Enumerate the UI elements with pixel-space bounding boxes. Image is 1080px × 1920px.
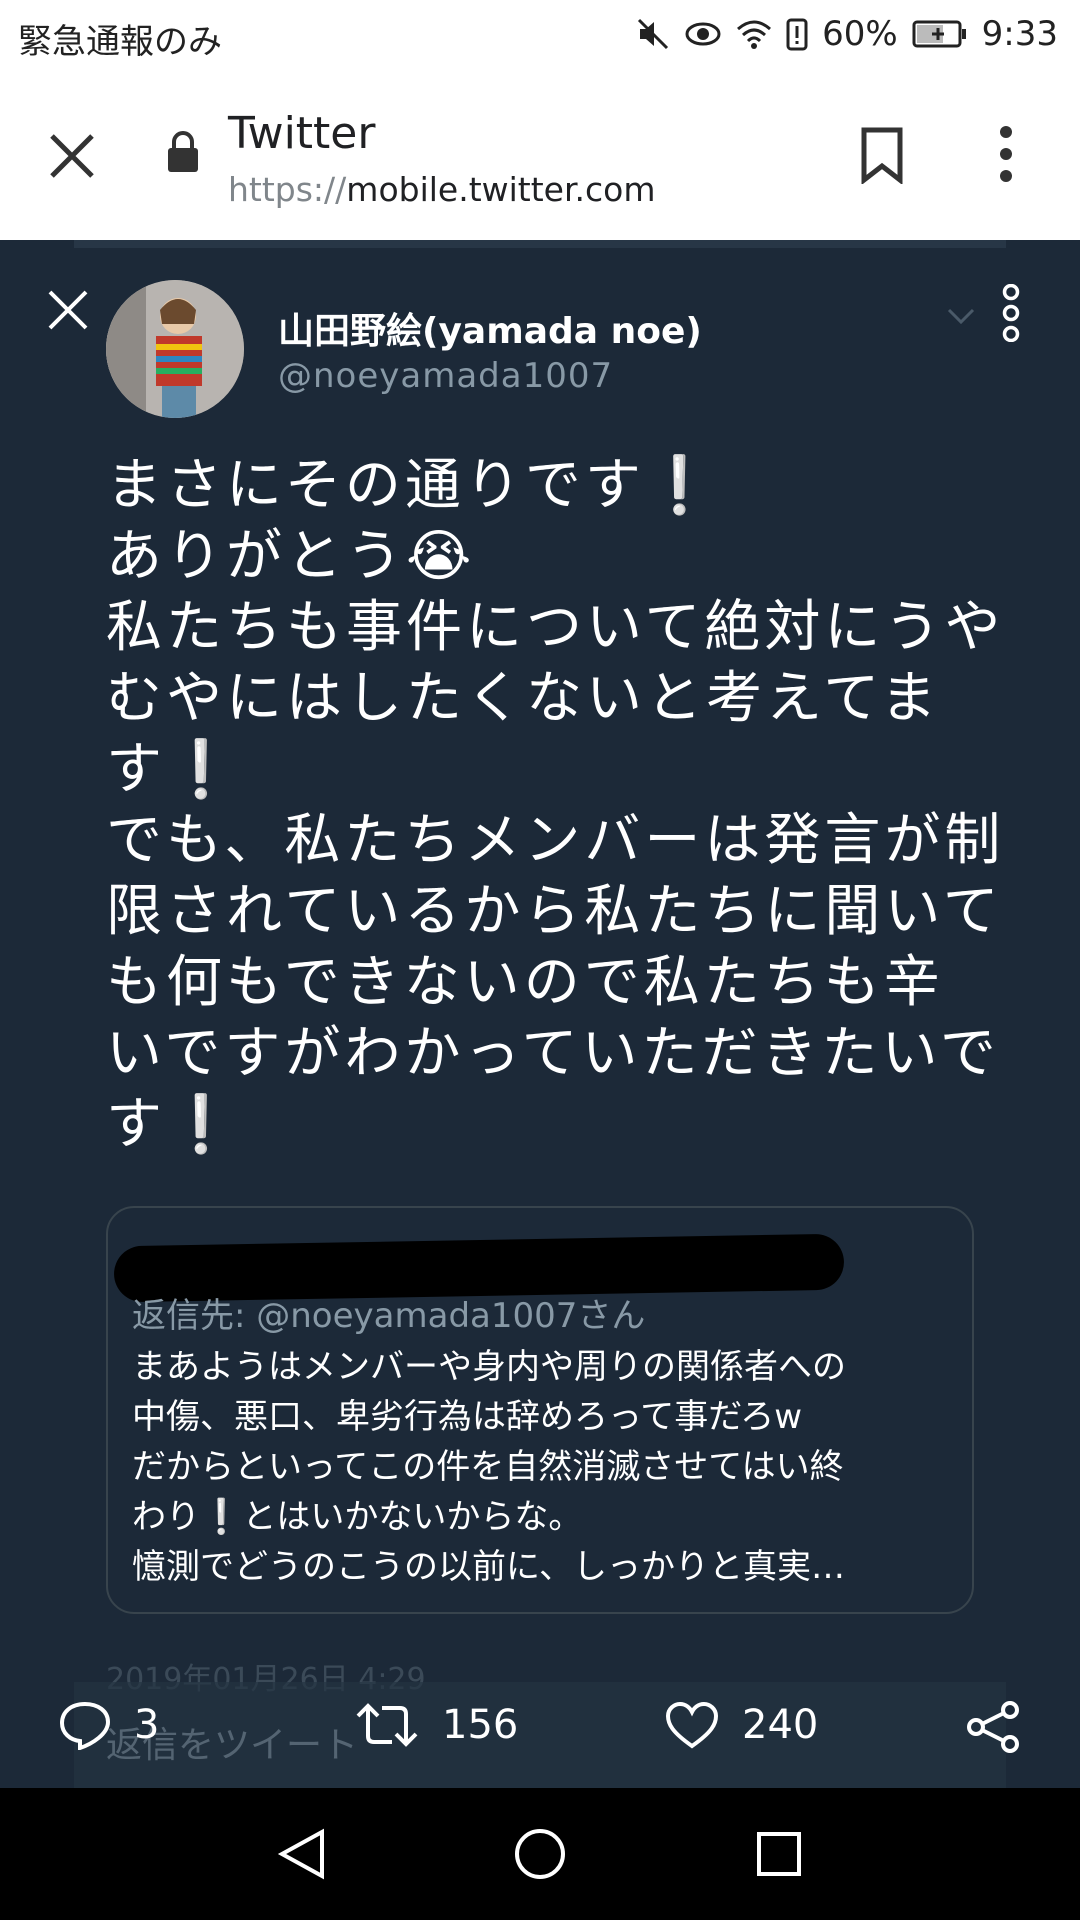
browser-toolbar: Twitter https://mobile.twitter.com xyxy=(0,74,1080,240)
system-nav-bar xyxy=(0,1788,1080,1920)
home-icon[interactable] xyxy=(512,1826,568,1882)
mute-icon xyxy=(638,18,669,50)
battery-charging-icon xyxy=(912,20,966,48)
more-options-icon[interactable] xyxy=(1000,284,1022,342)
like-button[interactable]: 240 xyxy=(664,1700,818,1750)
divider xyxy=(74,240,1006,248)
reply-count: 3 xyxy=(134,1702,160,1748)
reply-icon xyxy=(59,1701,111,1750)
display-name[interactable]: 山田野絵(yamada noe) xyxy=(278,302,702,354)
eye-icon xyxy=(685,22,721,46)
page-title: Twitter xyxy=(228,108,376,159)
page-url[interactable]: https://mobile.twitter.com xyxy=(228,170,656,209)
clock: 9:33 xyxy=(981,14,1058,54)
carrier-label: 緊急通報のみ xyxy=(18,22,222,62)
avatar-photo xyxy=(106,280,244,418)
tweet-actions: 3 156 240 xyxy=(0,1672,1080,1782)
retweet-icon xyxy=(356,1703,418,1747)
alert-battery-icon xyxy=(786,18,808,51)
tweet-text: まさにその通りです❕ ありがとう😭 私たちも事件について絶対にうや むやにはした… xyxy=(106,453,1005,1157)
like-count: 240 xyxy=(742,1702,819,1748)
status-bar: 緊急通報のみ 60% 9:33 xyxy=(0,0,1080,74)
heart-icon xyxy=(665,1701,719,1749)
battery-percent: 60% xyxy=(822,14,898,54)
retweet-button[interactable]: 156 xyxy=(354,1700,518,1750)
quoted-reply-to: 返信先: @noeyamada1007さん xyxy=(132,1296,646,1336)
close-icon[interactable] xyxy=(46,130,98,182)
chevron-down-icon[interactable] xyxy=(946,306,976,326)
retweet-count: 156 xyxy=(442,1702,519,1748)
close-icon[interactable] xyxy=(46,288,90,332)
overflow-menu-icon[interactable] xyxy=(996,124,1016,184)
url-host: mobile.twitter.com xyxy=(346,170,656,209)
tweet-view: 山田野絵(yamada noe) @noeyamada1007 まさにその通りで… xyxy=(0,240,1080,1788)
avatar[interactable] xyxy=(106,280,244,418)
bookmark-icon[interactable] xyxy=(858,126,906,184)
recents-icon[interactable] xyxy=(754,1826,804,1882)
url-scheme: https:// xyxy=(228,170,347,209)
share-icon xyxy=(967,1701,1019,1753)
quoted-text: まあようはメンバーや身内や周りの関係者への 中傷、悪口、卑劣行為は辞めろって事だ… xyxy=(132,1347,846,1587)
lock-icon xyxy=(168,131,198,172)
share-button[interactable] xyxy=(966,1700,1022,1754)
back-icon[interactable] xyxy=(274,1826,328,1882)
wifi-icon xyxy=(737,20,772,49)
reply-button[interactable]: 3 xyxy=(58,1700,159,1750)
user-handle[interactable]: @noeyamada1007 xyxy=(278,356,613,396)
